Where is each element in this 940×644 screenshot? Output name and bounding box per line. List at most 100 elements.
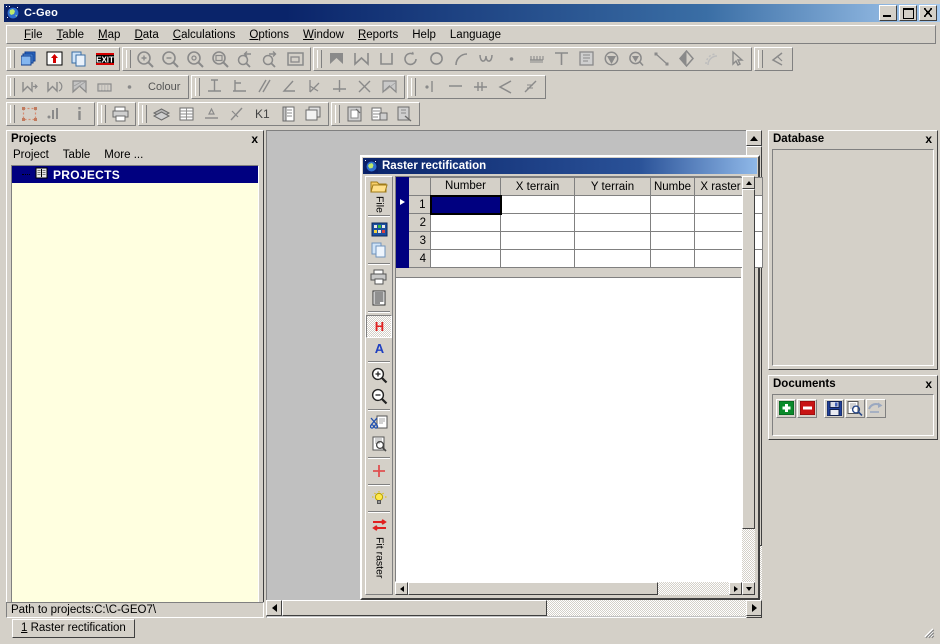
export-up-icon[interactable] xyxy=(42,48,67,71)
divide-icon[interactable] xyxy=(468,76,493,99)
toolbar-grip[interactable] xyxy=(758,50,763,68)
level-icon[interactable] xyxy=(199,103,224,126)
spline-icon[interactable] xyxy=(474,48,499,71)
cell-number-2[interactable] xyxy=(650,195,695,214)
zoom-next-icon[interactable] xyxy=(258,48,283,71)
offset-icon[interactable] xyxy=(227,76,252,99)
import-doc-icon[interactable] xyxy=(367,103,392,126)
report-lines-icon[interactable] xyxy=(367,288,391,309)
cell-number-2[interactable] xyxy=(650,213,695,232)
zoom-in-icon[interactable] xyxy=(133,48,158,71)
close-icon[interactable]: x xyxy=(925,133,934,145)
zoom-extent-icon[interactable] xyxy=(208,48,233,71)
cell-number[interactable] xyxy=(429,194,502,215)
arc-dashed-icon[interactable] xyxy=(699,48,724,71)
grid-colors-icon[interactable] xyxy=(367,219,391,240)
window-resize-grip[interactable] xyxy=(921,625,935,639)
cell-x-raster[interactable] xyxy=(694,195,747,214)
copy-windows-icon[interactable] xyxy=(17,48,42,71)
menu-language[interactable]: Language xyxy=(443,27,508,43)
menu-file[interactable]: File xyxy=(17,27,50,43)
table-row[interactable]: 1 xyxy=(396,194,763,215)
hatch-icon[interactable] xyxy=(67,76,92,99)
cut-paste-icon[interactable] xyxy=(367,413,391,434)
copy-icon[interactable] xyxy=(367,240,391,261)
angle-tool-icon[interactable] xyxy=(765,48,790,71)
cross-line-icon[interactable] xyxy=(224,103,249,126)
grid-fill-icon[interactable] xyxy=(92,76,117,99)
row-marker[interactable] xyxy=(396,231,409,250)
cell-number[interactable] xyxy=(430,213,501,232)
scroll-right-button[interactable] xyxy=(746,600,762,616)
cell-y-terrain[interactable] xyxy=(574,195,651,214)
cell-number-2[interactable] xyxy=(650,249,695,268)
add-document-icon[interactable] xyxy=(776,398,796,418)
minimize-button[interactable] xyxy=(879,5,897,21)
table-row[interactable]: 4 xyxy=(396,249,763,268)
scroll-up-button[interactable] xyxy=(746,130,762,146)
fill-search-icon[interactable] xyxy=(624,48,649,71)
column-header-number[interactable]: Number xyxy=(430,177,501,196)
cell-x-terrain[interactable] xyxy=(500,231,575,250)
toolbar-grip[interactable] xyxy=(142,105,147,123)
menu-table[interactable]: Table xyxy=(50,27,92,43)
point-icon[interactable] xyxy=(499,48,524,71)
menu-window[interactable]: Window xyxy=(296,27,351,43)
equal-icon[interactable] xyxy=(443,76,468,99)
copy-page-icon[interactable] xyxy=(67,48,92,71)
contrast-icon[interactable] xyxy=(674,48,699,71)
zoom-out-icon[interactable] xyxy=(367,386,391,407)
close-button[interactable] xyxy=(919,5,937,21)
toolbar-grip[interactable] xyxy=(10,50,15,68)
scroll-up-button[interactable] xyxy=(742,176,755,189)
file-folder-icon[interactable] xyxy=(367,177,391,195)
k1-label[interactable]: K1 xyxy=(249,107,276,121)
row-marker[interactable] xyxy=(396,249,409,268)
attach-doc-icon[interactable] xyxy=(392,103,417,126)
select-area-icon[interactable] xyxy=(17,103,42,126)
tree-item-projects[interactable]: PROJECTS xyxy=(12,166,258,183)
a-letter-icon[interactable]: A xyxy=(367,338,391,359)
windows-stack-icon[interactable] xyxy=(301,103,326,126)
menu-map[interactable]: Map xyxy=(91,27,127,43)
menu-data[interactable]: Data xyxy=(127,27,165,43)
print-icon[interactable] xyxy=(367,267,391,288)
cell-number[interactable] xyxy=(430,249,501,268)
cell-number[interactable] xyxy=(430,231,501,250)
toolbar-grip[interactable] xyxy=(101,105,106,123)
note-icon[interactable] xyxy=(574,48,599,71)
scroll-left-button[interactable] xyxy=(395,582,408,595)
raster-vertical-scroll-thumb[interactable] xyxy=(742,189,755,529)
parallel-icon[interactable] xyxy=(252,76,277,99)
grid-corner[interactable] xyxy=(396,177,409,196)
column-header-x-raster[interactable]: X raster xyxy=(694,177,747,196)
menu-options[interactable]: Options xyxy=(242,27,296,43)
projects-menu-table[interactable]: Table xyxy=(63,149,91,161)
cell-y-terrain[interactable] xyxy=(574,213,651,232)
save-document-icon[interactable] xyxy=(824,398,844,418)
toolbar-grip[interactable] xyxy=(10,78,15,96)
remove-document-icon[interactable] xyxy=(797,398,817,418)
toolbar-grip[interactable] xyxy=(195,78,201,96)
mdi-horizontal-scroll-thumb[interactable] xyxy=(282,600,547,616)
cross-intersect-icon[interactable] xyxy=(352,76,377,99)
database-panel-body[interactable] xyxy=(772,149,934,366)
toolbar-grip[interactable] xyxy=(334,105,340,123)
scroll-right-button[interactable] xyxy=(729,582,742,595)
scroll-down-button[interactable] xyxy=(742,582,755,595)
cell-x-raster[interactable] xyxy=(694,249,747,268)
cell-y-terrain[interactable] xyxy=(574,231,651,250)
cell-x-terrain[interactable] xyxy=(500,249,575,268)
scroll-left-button[interactable] xyxy=(266,600,282,616)
preview-document-icon[interactable] xyxy=(845,398,865,418)
raster-vertical-scrollbar[interactable] xyxy=(742,176,755,595)
zoom-in-icon[interactable] xyxy=(367,365,391,386)
hatch-area-icon[interactable] xyxy=(377,76,402,99)
point-line-icon[interactable] xyxy=(418,76,443,99)
h-letter-icon[interactable]: H xyxy=(366,314,392,338)
pointer-icon[interactable] xyxy=(724,48,749,71)
column-header-y-terrain[interactable]: Y terrain xyxy=(574,177,651,196)
column-header-x-terrain[interactable]: X terrain xyxy=(500,177,575,196)
bisect-icon[interactable] xyxy=(302,76,327,99)
line-measure-icon[interactable] xyxy=(649,48,674,71)
